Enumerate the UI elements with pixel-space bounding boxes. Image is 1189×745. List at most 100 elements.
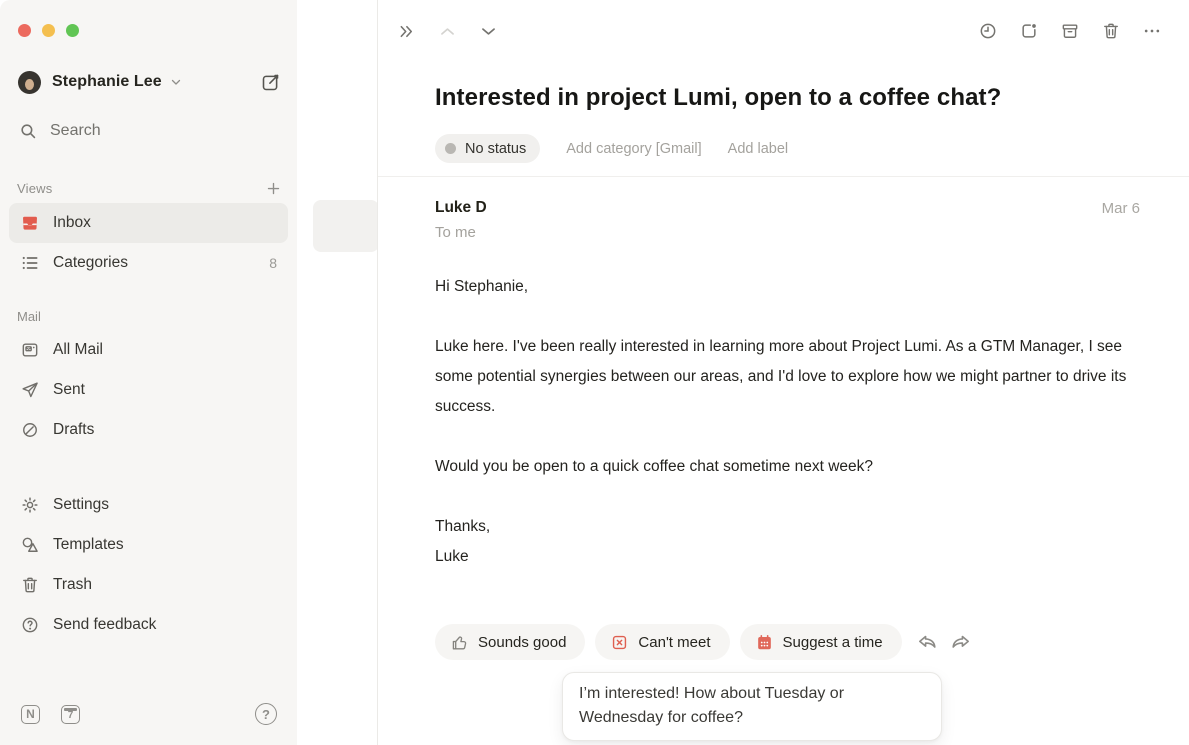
previous-email-icon[interactable]	[438, 22, 457, 41]
all-mail-icon	[20, 340, 40, 360]
add-category-button[interactable]: Add category [Gmail]	[566, 141, 701, 157]
draft-suggestion-bubble[interactable]: I’m interested! How about Tuesday or Wed…	[562, 672, 942, 741]
drafts-icon	[20, 420, 40, 440]
header-divider	[378, 176, 1189, 177]
email-subject: Interested in project Lumi, open to a co…	[435, 84, 1135, 112]
forward-icon[interactable]	[949, 631, 972, 654]
reply-forward-group	[916, 631, 972, 654]
email-paragraph: Hi Stephanie,	[435, 272, 1141, 302]
calendar-icon	[755, 633, 774, 652]
add-view-icon[interactable]	[266, 181, 281, 196]
reply-icon[interactable]	[916, 631, 939, 654]
sidebar-item-categories[interactable]: Categories 8	[9, 243, 288, 283]
quick-reply-row: Sounds good Can't meet Suggest a time	[435, 624, 972, 660]
mail-section-label: Mail	[17, 309, 281, 324]
sidebar-item-settings[interactable]: Settings	[9, 485, 288, 525]
search-label: Search	[50, 122, 101, 140]
sidebar-item-label: Categories	[53, 254, 128, 272]
zoom-window-button[interactable]	[66, 24, 79, 37]
calendar-app-icon[interactable]: 7	[61, 705, 80, 724]
help-glyph: ?	[262, 707, 270, 722]
sidebar-flex-spacer	[0, 645, 297, 701]
sent-icon	[20, 380, 40, 400]
sidebar-item-sent[interactable]: Sent	[9, 370, 288, 410]
sidebar-item-trash[interactable]: Trash	[9, 565, 288, 605]
email-paragraph: Would you be open to a quick coffee chat…	[435, 452, 1141, 482]
snooze-clock-icon[interactable]	[978, 21, 998, 41]
sidebar-bottom-bar: N 7 ?	[21, 701, 277, 727]
trash-icon[interactable]	[1101, 21, 1121, 41]
reading-pane: Interested in project Lumi, open to a co…	[378, 0, 1189, 745]
app-window: Stephanie Lee Search Views Inbox	[0, 0, 1189, 745]
x-square-icon	[610, 633, 629, 652]
compose-icon[interactable]	[260, 72, 281, 93]
mark-unread-icon[interactable]	[1019, 21, 1039, 41]
email-body: Hi Stephanie, Luke here. I've been reall…	[435, 272, 1141, 602]
feedback-question-icon	[20, 615, 40, 635]
status-chip[interactable]: No status	[435, 134, 540, 163]
account-switcher[interactable]: Stephanie Lee	[18, 67, 281, 97]
email-header: Luke D To me Mar 6	[435, 199, 1140, 241]
sidebar-item-send-feedback[interactable]: Send feedback	[9, 605, 288, 645]
status-dot-icon	[445, 143, 456, 154]
window-controls	[0, 0, 297, 37]
email-meta-chips: No status Add category [Gmail] Add label	[435, 134, 788, 163]
search-icon	[19, 122, 38, 141]
sidebar-item-label: Drafts	[53, 421, 94, 439]
draft-suggestion-text: I’m interested! How about Tuesday or Wed…	[579, 685, 844, 726]
chevron-down-icon	[170, 76, 182, 88]
sidebar-item-label: Trash	[53, 576, 92, 594]
quick-reply-suggest-time[interactable]: Suggest a time	[740, 624, 902, 660]
templates-icon	[20, 535, 40, 555]
thumbs-up-icon	[450, 633, 469, 652]
trash-icon	[20, 575, 40, 595]
more-options-icon[interactable]	[1142, 21, 1162, 41]
help-icon[interactable]: ?	[255, 703, 277, 725]
sidebar-item-label: Sent	[53, 381, 85, 399]
minimize-window-button[interactable]	[42, 24, 55, 37]
add-label-button[interactable]: Add label	[728, 141, 788, 157]
quick-reply-label: Can't meet	[638, 634, 710, 651]
toolbar-actions	[978, 21, 1162, 41]
sidebar-item-label: Templates	[53, 536, 124, 554]
quick-reply-sounds-good[interactable]: Sounds good	[435, 624, 585, 660]
email-paragraph: Thanks, Luke	[435, 512, 1141, 572]
categories-icon	[20, 253, 40, 273]
email-date: Mar 6	[1102, 200, 1140, 217]
sidebar-item-label: All Mail	[53, 341, 103, 359]
avatar	[18, 71, 41, 94]
categories-count-badge: 8	[269, 255, 277, 271]
sidebar-item-all-mail[interactable]: All Mail	[9, 330, 288, 370]
sidebar-item-inbox[interactable]: Inbox	[9, 203, 288, 243]
sidebar-item-label: Settings	[53, 496, 109, 514]
next-email-icon[interactable]	[479, 22, 498, 41]
sidebar-item-label: Send feedback	[53, 616, 156, 634]
list-item-peek[interactable]	[313, 200, 379, 252]
calendar-day: 7	[68, 710, 74, 721]
inbox-icon	[20, 213, 40, 233]
notion-glyph: N	[26, 707, 35, 721]
close-window-button[interactable]	[18, 24, 31, 37]
views-section-label: Views	[17, 181, 52, 196]
search-button[interactable]: Search	[19, 117, 281, 145]
collapse-panel-icon[interactable]	[397, 22, 416, 41]
views-section-header: Views	[17, 177, 281, 199]
gear-icon	[20, 495, 40, 515]
list-column-collapsed	[297, 0, 378, 745]
sidebar-item-templates[interactable]: Templates	[9, 525, 288, 565]
sidebar: Stephanie Lee Search Views Inbox	[0, 0, 297, 745]
sidebar-item-label: Inbox	[53, 214, 91, 232]
email-recipient[interactable]: To me	[435, 224, 1140, 241]
status-chip-label: No status	[465, 141, 526, 157]
account-name: Stephanie Lee	[52, 73, 162, 91]
sidebar-item-drafts[interactable]: Drafts	[9, 410, 288, 450]
email-sender[interactable]: Luke D	[435, 199, 1140, 217]
quick-reply-cant-meet[interactable]: Can't meet	[595, 624, 729, 660]
reading-toolbar	[378, 0, 1189, 62]
archive-icon[interactable]	[1060, 21, 1080, 41]
quick-reply-label: Suggest a time	[783, 634, 883, 651]
quick-reply-label: Sounds good	[478, 634, 566, 651]
sidebar-gap	[0, 450, 297, 485]
email-paragraph: Luke here. I've been really interested i…	[435, 332, 1141, 422]
notion-app-icon[interactable]: N	[21, 705, 40, 724]
